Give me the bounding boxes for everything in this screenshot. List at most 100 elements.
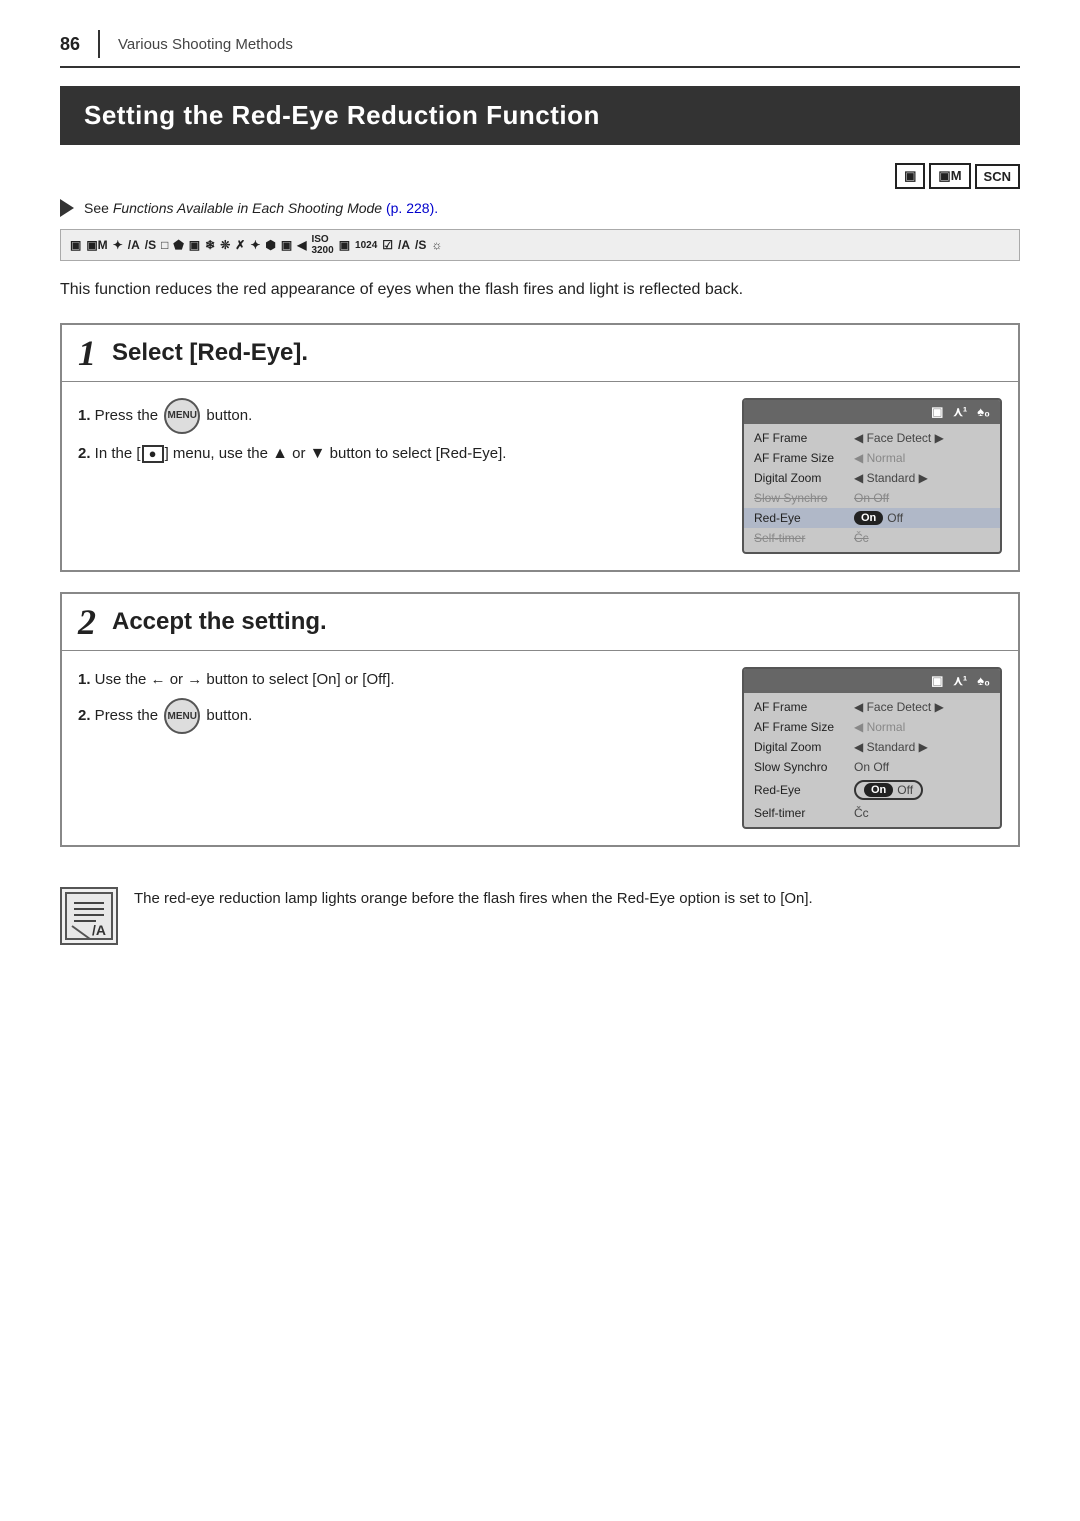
menu-row-timer-2: Self-timer Čc bbox=[744, 803, 1000, 823]
cam-icon-2: ▣ bbox=[931, 673, 943, 689]
menu-label-af-size-1: AF Frame Size bbox=[754, 451, 854, 465]
mode-sym-9: ❄ bbox=[205, 238, 215, 252]
menu-label-timer-1: Self-timer bbox=[754, 531, 854, 545]
cam-icon-1: ▣ bbox=[931, 404, 943, 420]
menu-value-timer-2: Čc bbox=[854, 806, 869, 820]
menu-label-sync-2: Slow Synchro bbox=[754, 760, 854, 774]
menu-button-2: MENU bbox=[164, 698, 200, 734]
step-1-header: 1 Select [Red-Eye]. bbox=[62, 325, 1018, 382]
menu-label-redeye-1: Red-Eye bbox=[754, 511, 854, 525]
section-label: Various Shooting Methods bbox=[118, 36, 293, 53]
shooting-modes-bar: ▣ ▣M ✦ /A /S □ ⬟ ▣ ❄ ❊ ✗ ✦ ⬢ ▣ ◀ ISO3200… bbox=[60, 229, 1020, 261]
menu-row-zoom-1: Digital Zoom ◀ Standard ▶ bbox=[744, 468, 1000, 488]
mode-sym-17: /A bbox=[398, 238, 410, 252]
step-1-title: Select [Red-Eye]. bbox=[112, 339, 308, 367]
menu-value-zoom-2: ◀ Standard ▶ bbox=[854, 740, 928, 754]
camera-menu-rows-1: AF Frame ◀ Face Detect ▶ AF Frame Size ◀… bbox=[744, 424, 1000, 552]
menu-row-af-size-1: AF Frame Size ◀ Normal bbox=[744, 448, 1000, 468]
menu-row-zoom-2: Digital Zoom ◀ Standard ▶ bbox=[744, 737, 1000, 757]
camera-screen-2: ▣ ⋏¹ ♠₀ AF Frame ◀ Face Detect ▶ AF Fram… bbox=[742, 667, 1002, 829]
step-1-instruction-2: 2. In the [●] menu, use the ▲ or ▼ butto… bbox=[78, 440, 722, 467]
cam-icon-y2: ⋏¹ bbox=[953, 673, 967, 689]
mode-icon-auto: ▣ bbox=[895, 163, 925, 189]
mode-sym-sun: ☼ bbox=[431, 238, 442, 252]
mode-sym-14: ▣ bbox=[281, 238, 292, 252]
mode-sym-check: ☑ bbox=[382, 238, 393, 252]
off-text-2: Off bbox=[897, 783, 913, 797]
note-icon-svg: /A bbox=[64, 891, 114, 941]
mode-sym-6: □ bbox=[161, 238, 168, 252]
menu-label-zoom-1: Digital Zoom bbox=[754, 471, 854, 485]
menu-label-af-frame-1: AF Frame bbox=[754, 431, 854, 445]
camera-menu-rows-2: AF Frame ◀ Face Detect ▶ AF Frame Size ◀… bbox=[744, 693, 1000, 827]
step-2-header: 2 Accept the setting. bbox=[62, 594, 1018, 651]
arrow-icon bbox=[60, 199, 74, 217]
menu-label-timer-2: Self-timer bbox=[754, 806, 854, 820]
menu-row-timer-1: Self-timer Čc bbox=[744, 528, 1000, 548]
menu-value-af-size-2: ◀ Normal bbox=[854, 720, 905, 734]
menu-value-sync-2: On Off bbox=[854, 760, 889, 774]
cam-icon-y1: ⋏¹ bbox=[953, 404, 967, 420]
menu-value-redeye-2: On Off bbox=[854, 780, 923, 800]
mode-sym-11: ✗ bbox=[235, 238, 245, 252]
mode-sym-3: ✦ bbox=[113, 238, 123, 252]
menu-value-af-size-1: ◀ Normal bbox=[854, 451, 905, 465]
menu-row-sync-2: Slow Synchro On Off bbox=[744, 757, 1000, 777]
on-badge-2: On bbox=[864, 783, 893, 797]
see-functions-link[interactable]: (p. 228). bbox=[386, 200, 438, 216]
menu-value-af-frame-1: ◀ Face Detect ▶ bbox=[854, 431, 944, 445]
mode-sym-16: ▣ bbox=[339, 238, 350, 252]
step-2-instructions: 1. Use the ← or → button to select [On] … bbox=[78, 667, 722, 741]
mode-sym-7: ⬟ bbox=[173, 238, 183, 252]
mode-sym-1: ▣ bbox=[70, 238, 81, 252]
menu-button-1: MENU bbox=[164, 398, 200, 434]
menu-value-af-frame-2: ◀ Face Detect ▶ bbox=[854, 700, 944, 714]
mode-sym-1024: 1024 bbox=[355, 240, 377, 251]
step-1-content: 1. Press the MENU button. 2. In the [●] … bbox=[62, 382, 1018, 570]
mode-icon-scn: SCN bbox=[975, 164, 1020, 189]
step-1-instruction-1: 1. Press the MENU button. bbox=[78, 398, 722, 434]
mode-sym-15: ◀ bbox=[297, 238, 306, 252]
see-functions-row: See Functions Available in Each Shooting… bbox=[60, 199, 1020, 217]
menu-label-zoom-2: Digital Zoom bbox=[754, 740, 854, 754]
menu-label-af-frame-2: AF Frame bbox=[754, 700, 854, 714]
menu-row-af-frame-2: AF Frame ◀ Face Detect ▶ bbox=[744, 697, 1000, 717]
off-text-1: Off bbox=[887, 511, 903, 525]
on-badge-1: On bbox=[854, 511, 883, 525]
menu-value-timer-1: Čc bbox=[854, 531, 869, 545]
note-text: The red-eye reduction lamp lights orange… bbox=[134, 887, 1020, 912]
mode-sym-10: ❊ bbox=[220, 238, 230, 252]
see-functions-text: See Functions Available in Each Shooting… bbox=[84, 200, 438, 216]
step-2-instruction-1: 1. Use the ← or → button to select [On] … bbox=[78, 667, 722, 693]
menu-row-sync-1: Slow Synchro On Off bbox=[744, 488, 1000, 508]
mode-sym-2: ▣M bbox=[86, 238, 107, 252]
camera-bracket-icon-1: ● bbox=[142, 445, 164, 463]
note-box: /A The red-eye reduction lamp lights ora… bbox=[60, 871, 1020, 961]
menu-row-af-size-2: AF Frame Size ◀ Normal bbox=[744, 717, 1000, 737]
menu-label-af-size-2: AF Frame Size bbox=[754, 720, 854, 734]
intro-text: This function reduces the red appearance… bbox=[60, 277, 1020, 303]
step-2-title: Accept the setting. bbox=[112, 608, 327, 636]
menu-value-zoom-1: ◀ Standard ▶ bbox=[854, 471, 928, 485]
on-off-circle-2: On Off bbox=[854, 780, 923, 800]
step-1-number: 1 bbox=[78, 335, 96, 371]
mode-sym-4: /A bbox=[128, 238, 140, 252]
camera-screen-2-header: ▣ ⋏¹ ♠₀ bbox=[744, 669, 1000, 693]
page-header: 86 Various Shooting Methods bbox=[60, 30, 1020, 68]
menu-label-redeye-2: Red-Eye bbox=[754, 783, 854, 797]
menu-row-redeye-1: Red-Eye On Off bbox=[744, 508, 1000, 528]
step-1-section: 1 Select [Red-Eye]. 1. Press the MENU bu… bbox=[60, 323, 1020, 572]
step-2-instruction-2: 2. Press the MENU button. bbox=[78, 698, 722, 734]
menu-row-redeye-2: Red-Eye On Off bbox=[744, 777, 1000, 803]
menu-value-redeye-1: On Off bbox=[854, 511, 903, 525]
mode-icon-m: ▣M bbox=[929, 163, 970, 189]
mode-icons-row: ▣ ▣M SCN bbox=[60, 163, 1020, 189]
page: 86 Various Shooting Methods Setting the … bbox=[0, 0, 1080, 1521]
cam-icon-person2: ♠₀ bbox=[977, 673, 990, 688]
mode-sym-iso: ISO3200 bbox=[311, 234, 333, 256]
mode-sym-5: /S bbox=[145, 238, 156, 252]
page-number: 86 bbox=[60, 34, 80, 55]
mode-sym-12: ✦ bbox=[250, 238, 260, 252]
svg-text:/A: /A bbox=[92, 922, 106, 938]
camera-screen-1-header: ▣ ⋏¹ ♠₀ bbox=[744, 400, 1000, 424]
